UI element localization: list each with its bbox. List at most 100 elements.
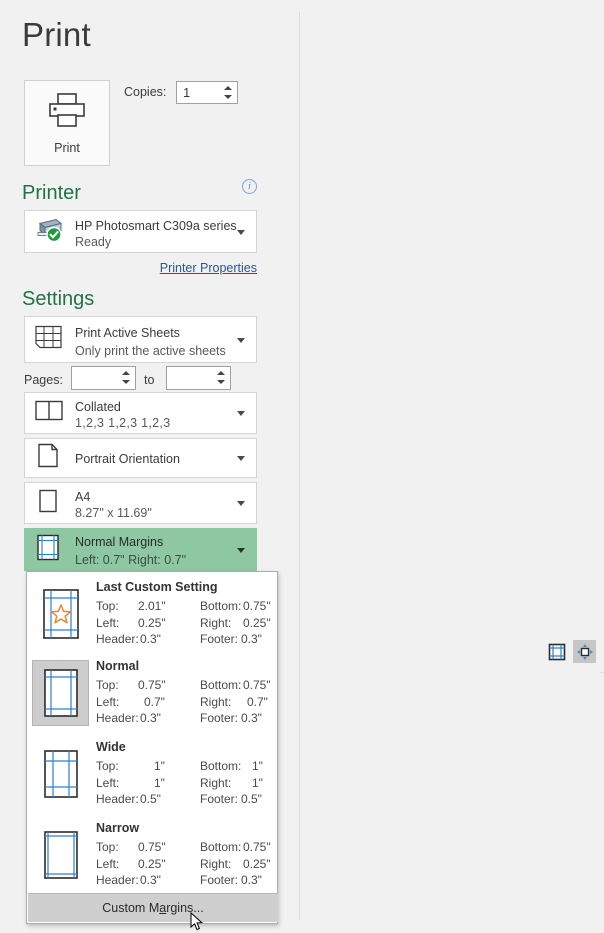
stepper-down-icon[interactable] (223, 95, 232, 99)
orientation-selector[interactable]: Portrait Orientation (24, 438, 257, 478)
printer-selector[interactable]: HP Photosmart C309a series Ready (24, 210, 257, 253)
show-margins-icon[interactable] (545, 640, 568, 663)
margin-preset-last-custom[interactable]: Last Custom Setting Top: 2.01" Bottom: 0… (27, 574, 277, 653)
top-value: 2.01" (138, 599, 166, 613)
print-backstage-view: Print Print Copies: 1 Printer i HP Photo… (0, 0, 604, 933)
header-value: 0.5" (140, 792, 161, 806)
custom-margins-accel: a (159, 901, 167, 915)
header-label: Header: (96, 711, 139, 725)
pages-to-input[interactable] (166, 366, 231, 390)
print-range-selector[interactable]: Print Active Sheets Only print the activ… (24, 316, 257, 363)
footer-label: Footer: (200, 873, 239, 887)
header-label: Header: (96, 792, 139, 806)
left-label: Left: (96, 615, 120, 630)
right-value: 0.25" (243, 615, 271, 630)
stepper-up-icon[interactable] (121, 371, 130, 375)
bottom-value: 1" (252, 759, 263, 773)
print-range-title: Print Active Sheets (75, 326, 180, 340)
margins-narrow-icon (32, 822, 89, 888)
footer-value: 0.3" (241, 632, 262, 646)
right-label: Right: (200, 694, 232, 709)
collation-title: Collated (75, 400, 121, 414)
preset-name: Narrow (96, 821, 140, 835)
collation-selector[interactable]: Collated 1,2,3 1,2,3 1,2,3 (24, 392, 257, 434)
left-label: Left: (96, 694, 120, 709)
chevron-down-icon[interactable] (237, 547, 245, 553)
pages-label: Pages: (24, 373, 63, 387)
printer-properties-link[interactable]: Printer Properties (0, 261, 257, 275)
margin-preset-normal[interactable]: Normal Top: 0.75" Bottom: 0.75" Left: 0.… (27, 653, 277, 732)
collate-icon (34, 399, 64, 428)
margins-star-icon (32, 581, 89, 647)
stepper-down-icon[interactable] (216, 380, 225, 384)
footer-label: Footer: (200, 711, 239, 725)
margin-preset-wide[interactable]: Wide Top: 1" Bottom: 1" Left: 1" Right: … (27, 734, 277, 813)
right-value: 0.7" (247, 694, 268, 709)
margins-selector[interactable]: Normal Margins Left: 0.7" Right: 0.7" (24, 528, 257, 571)
header-label: Header: (96, 873, 139, 887)
chevron-down-icon[interactable] (237, 411, 245, 416)
bottom-label: Bottom: (200, 599, 242, 613)
bottom-label: Bottom: (200, 678, 242, 692)
header-value: 0.3" (140, 873, 161, 887)
preset-values: Top: 1" Bottom: 1" Left: 1" Right: 1" He… (96, 758, 272, 808)
top-value: 1" (154, 759, 165, 773)
custom-margins-label-pre: Custom M (102, 901, 160, 915)
preview-bottom-divider (600, 672, 604, 673)
printer-status-icon (34, 216, 66, 247)
print-preview-pane: Last Name Sales Country Quarter Smith$16… (300, 0, 604, 933)
paper-size-title: A4 (75, 490, 91, 504)
pages-to-stepper[interactable] (214, 368, 227, 389)
chevron-down-icon[interactable] (237, 337, 245, 343)
printer-name: HP Photosmart C309a series (75, 219, 237, 233)
bottom-value: 0.75" (243, 840, 271, 854)
preset-name: Normal (96, 659, 140, 673)
print-range-subtitle: Only print the active sheets (75, 344, 226, 358)
paper-size-selector[interactable]: A4 8.27" x 11.69" (24, 482, 257, 524)
print-button[interactable]: Print (24, 80, 110, 166)
bottom-label: Bottom: (200, 840, 242, 854)
left-value: 0.25" (138, 856, 166, 871)
stepper-up-icon[interactable] (223, 86, 232, 90)
print-settings-pane: Print Print Copies: 1 Printer i HP Photo… (0, 0, 290, 933)
margins-icon (34, 532, 62, 567)
copies-stepper[interactable] (221, 83, 234, 104)
preview-tools (545, 640, 596, 663)
chevron-down-icon[interactable] (237, 456, 245, 461)
footer-label: Footer: (200, 632, 239, 646)
orientation-title: Portrait Orientation (75, 452, 180, 466)
top-value: 0.75" (138, 840, 166, 854)
left-value: 0.7" (144, 694, 165, 709)
margin-preset-narrow[interactable]: Narrow Top: 0.75" Bottom: 0.75" Left: 0.… (27, 815, 277, 894)
left-value: 1" (154, 775, 165, 790)
info-icon[interactable]: i (242, 179, 257, 194)
bottom-value: 0.75" (243, 599, 271, 613)
preset-name: Last Custom Setting (96, 580, 218, 594)
right-label: Right: (200, 615, 232, 630)
zoom-to-page-icon[interactable] (573, 640, 596, 663)
portrait-page-icon (34, 442, 62, 475)
right-label: Right: (200, 856, 232, 871)
header-value: 0.3" (140, 632, 161, 646)
header-value: 0.3" (140, 711, 161, 725)
chevron-down-icon[interactable] (237, 501, 245, 506)
pages-from-stepper[interactable] (119, 368, 132, 389)
stepper-down-icon[interactable] (121, 380, 130, 384)
copies-input[interactable]: 1 (176, 81, 238, 104)
left-label: Left: (96, 775, 120, 790)
bottom-value: 0.75" (243, 678, 271, 692)
custom-margins-button[interactable]: Custom Ma rgins... (28, 893, 278, 922)
header-label: Header: (96, 632, 139, 646)
chevron-down-icon[interactable] (237, 229, 245, 235)
bottom-label: Bottom: (200, 759, 242, 773)
printer-status: Ready (75, 235, 112, 249)
copies-label: Copies: (124, 85, 167, 99)
right-label: Right: (200, 775, 232, 790)
pages-from-input[interactable] (71, 366, 136, 390)
stepper-up-icon[interactable] (216, 371, 225, 375)
settings-heading: Settings (22, 288, 95, 310)
print-button-label: Print (54, 141, 80, 155)
preset-values: Top: 0.75" Bottom: 0.75" Left: 0.25" Rig… (96, 839, 272, 889)
margins-wide-icon (32, 741, 89, 807)
printer-icon (46, 91, 88, 134)
